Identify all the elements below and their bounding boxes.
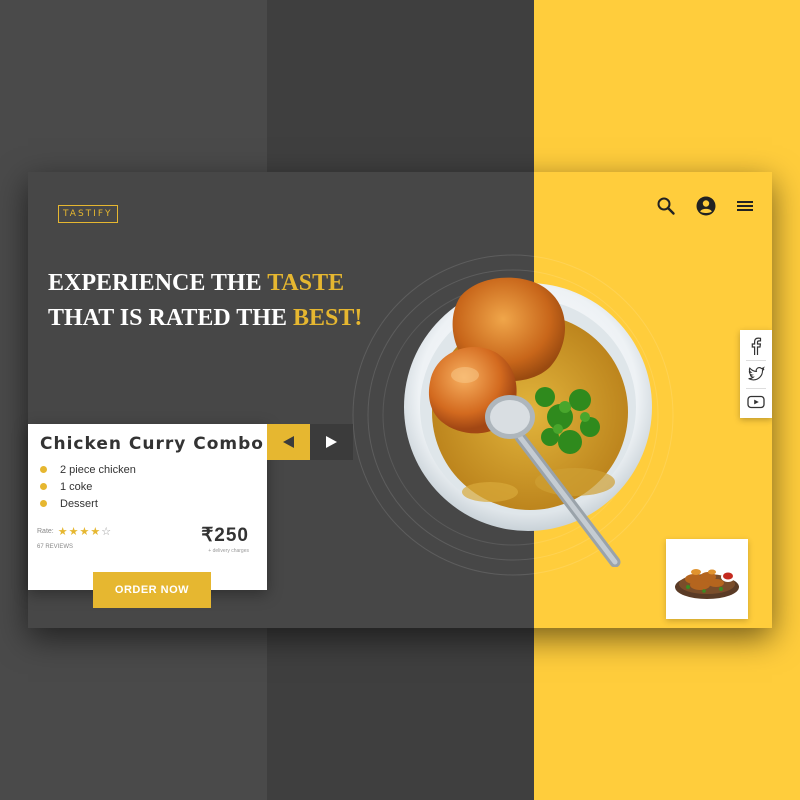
twitter-icon[interactable]: [746, 364, 766, 384]
star-icon: ★: [68, 526, 80, 538]
youtube-icon[interactable]: [746, 392, 766, 412]
social-bar: [740, 330, 772, 418]
carousel-next-button[interactable]: [310, 424, 353, 460]
hero-line-1: EXPERIENCE THE TASTE: [48, 266, 362, 301]
star-icon: ★: [90, 526, 102, 538]
order-now-button[interactable]: ORDER NOW: [93, 572, 211, 608]
list-item: Dessert: [40, 496, 136, 513]
brand-logo[interactable]: TASTIFY: [58, 205, 118, 223]
list-item: 1 coke: [40, 479, 136, 496]
arrow-left-icon: [283, 436, 294, 448]
hero-line-1-text: EXPERIENCE THE: [48, 270, 268, 296]
review-count[interactable]: 67 REVIEWS: [37, 544, 73, 550]
hero-line-2-text: THAT IS RATED THE: [48, 305, 293, 331]
hero-accent-taste: TASTE: [267, 270, 345, 296]
rate-label: Rate:: [37, 528, 54, 535]
product-items-list: 2 piece chicken 1 coke Dessert: [40, 462, 136, 513]
list-item: 2 piece chicken: [40, 462, 136, 479]
menu-icon[interactable]: [735, 196, 755, 216]
facebook-icon[interactable]: [746, 336, 766, 356]
combo-thumbnail[interactable]: [666, 539, 748, 619]
delivery-note: + delivery charges: [208, 548, 249, 554]
product-price: ₹250: [201, 525, 249, 546]
rating-row: Rate: ★★★★☆: [37, 525, 112, 538]
search-icon[interactable]: [656, 196, 676, 216]
star-icon: ★: [79, 526, 91, 538]
product-card: Chicken Curry Combo 2 piece chicken 1 co…: [28, 424, 267, 590]
curry-bowl-image: [404, 277, 652, 567]
carousel-prev-button[interactable]: [267, 424, 310, 460]
star-icon: ★: [57, 526, 69, 538]
product-name: Chicken Curry Combo: [40, 434, 264, 454]
hero-line-2: THAT IS RATED THE BEST!: [48, 301, 362, 336]
star-rating[interactable]: ★★★★☆: [58, 525, 112, 538]
user-icon[interactable]: [696, 196, 716, 216]
social-divider: [746, 388, 766, 389]
arrow-right-icon: [326, 436, 337, 448]
social-divider: [746, 360, 766, 361]
star-empty-icon: ☆: [101, 526, 113, 538]
hero-headline: EXPERIENCE THE TASTE THAT IS RATED THE B…: [48, 266, 362, 336]
